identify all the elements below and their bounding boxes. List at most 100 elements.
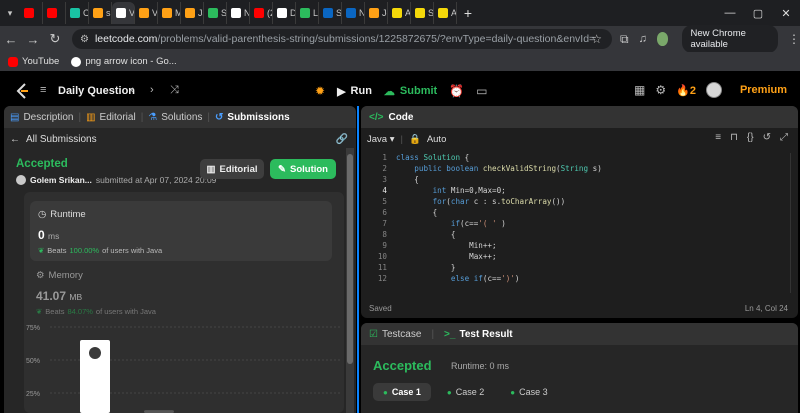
code-line[interactable]: 2 public boolean checkValidString(String… xyxy=(361,164,781,175)
browser-tab[interactable]: Ja xyxy=(181,2,204,24)
format-icon[interactable]: ≡ xyxy=(715,132,721,143)
fullscreen-icon[interactable]: ⤢ xyxy=(780,132,788,143)
browser-tab[interactable]: sr xyxy=(89,2,112,24)
auto-mode[interactable]: Auto xyxy=(427,134,447,145)
runtime-card[interactable]: ◷ Runtime 0 ms ❦ Beats 100.00% of users … xyxy=(30,201,332,261)
browser-tab[interactable]: Cl xyxy=(66,2,89,24)
browser-tab[interactable]: Sl xyxy=(319,2,342,24)
code-line[interactable]: 12 else if(c==')') xyxy=(361,274,781,285)
submit-button[interactable]: ☁ Submit xyxy=(384,85,437,98)
minimize-icon[interactable]: — xyxy=(716,7,744,20)
line-number: 7 xyxy=(382,219,387,228)
browser-tab[interactable]: M xyxy=(158,2,181,24)
tab-testcase[interactable]: ☑ Testcase xyxy=(369,329,421,340)
code-line[interactable]: 5 for(char c : s.toCharArray()) xyxy=(361,197,781,208)
browser-tab[interactable] xyxy=(20,2,43,24)
leetcode-logo-icon[interactable] xyxy=(14,82,30,104)
editorial-button[interactable]: ▥ Editorial xyxy=(200,159,264,179)
browser-tab[interactable]: (2 xyxy=(250,2,273,24)
bookmark-icon[interactable]: ⊓ xyxy=(730,132,738,143)
left-scrollbar-thumb[interactable] xyxy=(347,154,353,364)
browser-tab[interactable]: N xyxy=(227,2,250,24)
browser-tab[interactable]: Vc xyxy=(112,2,135,24)
memory-beats: ❦ Beats 84.07% of users with Java xyxy=(36,307,156,316)
bookmark-google-search[interactable]: png arrow icon - Go... xyxy=(71,56,177,67)
back-icon[interactable]: ← xyxy=(0,32,22,47)
tab-search-icon[interactable]: ▾ xyxy=(0,0,20,26)
tab-solutions[interactable]: ⚗ Solutions xyxy=(148,112,202,123)
problem-list-icon[interactable]: ≡ xyxy=(40,84,46,96)
code-line[interactable]: 10 Max++; xyxy=(361,252,781,263)
browser-tab[interactable]: A xyxy=(388,2,411,24)
debug-icon[interactable]: ✹ xyxy=(315,84,325,98)
settings-icon[interactable]: ⚙ xyxy=(655,83,666,97)
code-line[interactable]: 1 class Solution { xyxy=(361,153,781,164)
new-chrome-button[interactable]: New Chrome available xyxy=(682,25,778,53)
maximize-icon[interactable]: ▢ xyxy=(744,7,772,20)
code-line[interactable]: 6 { xyxy=(361,208,781,219)
submitted-time: submitted at Apr 07, 2024 20:09 xyxy=(95,175,217,185)
runtime-distribution-chart: 75% 50% 25% xyxy=(26,325,342,413)
browser-tab[interactable]: A xyxy=(434,2,457,24)
code-line[interactable]: 4 int Min=0,Max=0; xyxy=(361,186,781,197)
premium-link[interactable]: Premium xyxy=(740,84,787,96)
site-info-icon[interactable]: ⚙ xyxy=(80,34,89,45)
browser-tab[interactable]: St xyxy=(204,2,227,24)
timer-icon[interactable]: ⏰ xyxy=(449,84,464,98)
next-problem-icon[interactable]: › xyxy=(150,84,154,96)
browser-tab[interactable] xyxy=(43,2,66,24)
url-bar[interactable]: ⚙ leetcode.com/problems/valid-parenthesi… xyxy=(72,29,612,49)
code-line[interactable]: 11 } xyxy=(361,263,781,274)
profile-avatar[interactable] xyxy=(656,32,669,46)
streak-counter[interactable]: 🔥2 xyxy=(676,84,696,97)
solution-button[interactable]: ✎ Solution xyxy=(270,159,336,179)
panel-divider[interactable] xyxy=(357,106,359,413)
browser-tab[interactable]: D xyxy=(273,2,296,24)
code-line[interactable]: 7 if(c=='( ' ) xyxy=(361,219,781,230)
reload-icon[interactable]: ↻ xyxy=(44,31,66,47)
media-icon[interactable]: ♫ xyxy=(639,33,647,45)
new-tab-button[interactable]: + xyxy=(457,5,479,21)
leaf-icon: ❦ xyxy=(38,246,45,255)
share-link-icon[interactable]: 🔗 xyxy=(336,134,348,145)
case-tab-2[interactable]: ● Case 2 xyxy=(437,383,494,401)
close-icon[interactable]: ✕ xyxy=(772,7,800,20)
tab-test-result[interactable]: >_ Test Result xyxy=(444,329,513,340)
memory-card[interactable]: ⚙ Memory 41.07 MB ❦ Beats 84.07% of user… xyxy=(36,270,336,316)
layout-icon[interactable]: ▦ xyxy=(634,83,645,97)
author-name[interactable]: Golem Srikan... xyxy=(30,175,92,185)
browser-tab[interactable]: Vo xyxy=(135,2,158,24)
code-line[interactable]: 3 { xyxy=(361,175,781,186)
bookmark-youtube[interactable]: YouTube xyxy=(8,56,59,67)
code-editor[interactable]: 1 class Solution {2 public boolean checkV… xyxy=(361,153,798,293)
tab-submissions[interactable]: ↺ Submissions xyxy=(215,112,290,123)
daily-question-link[interactable]: Daily Question xyxy=(58,85,135,97)
case-tab-1[interactable]: ● Case 1 xyxy=(373,383,431,401)
braces-icon[interactable]: {} xyxy=(747,132,754,143)
y-tick-label: 75% xyxy=(26,325,40,332)
browser-tab[interactable]: Sc xyxy=(411,2,434,24)
browser-tab[interactable]: Li xyxy=(296,2,319,24)
prev-problem-icon[interactable]: ‹ xyxy=(130,84,134,96)
menu-icon[interactable]: ⋮ xyxy=(788,32,800,46)
tab-favicon-icon xyxy=(139,8,149,18)
cloud-upload-icon: ☁ xyxy=(383,85,395,98)
browser-tab[interactable]: N xyxy=(342,2,365,24)
forward-icon[interactable]: → xyxy=(22,32,44,47)
shuffle-icon[interactable]: ⤨ xyxy=(170,84,179,97)
tab-editorial[interactable]: ▥ Editorial xyxy=(86,112,136,123)
reset-icon[interactable]: ↺ xyxy=(763,132,771,143)
browser-tab[interactable]: Jc xyxy=(365,2,388,24)
language-select[interactable]: Java ▾ xyxy=(367,134,395,145)
code-scrollbar[interactable] xyxy=(790,153,798,293)
code-line[interactable]: 8 { xyxy=(361,230,781,241)
notes-icon[interactable]: ▭ xyxy=(476,84,487,98)
run-button[interactable]: ▶ Run xyxy=(337,85,372,98)
tab-description[interactable]: ▤ Description xyxy=(10,112,73,123)
user-avatar[interactable] xyxy=(705,82,722,98)
case-tab-3[interactable]: ● Case 3 xyxy=(500,383,557,401)
code-line[interactable]: 9 Min++; xyxy=(361,241,781,252)
all-submissions-link[interactable]: ← All Submissions xyxy=(10,134,97,145)
extensions-icon[interactable]: ⧉ xyxy=(620,32,629,47)
bookmark-star-icon[interactable]: ☆ xyxy=(591,32,602,46)
